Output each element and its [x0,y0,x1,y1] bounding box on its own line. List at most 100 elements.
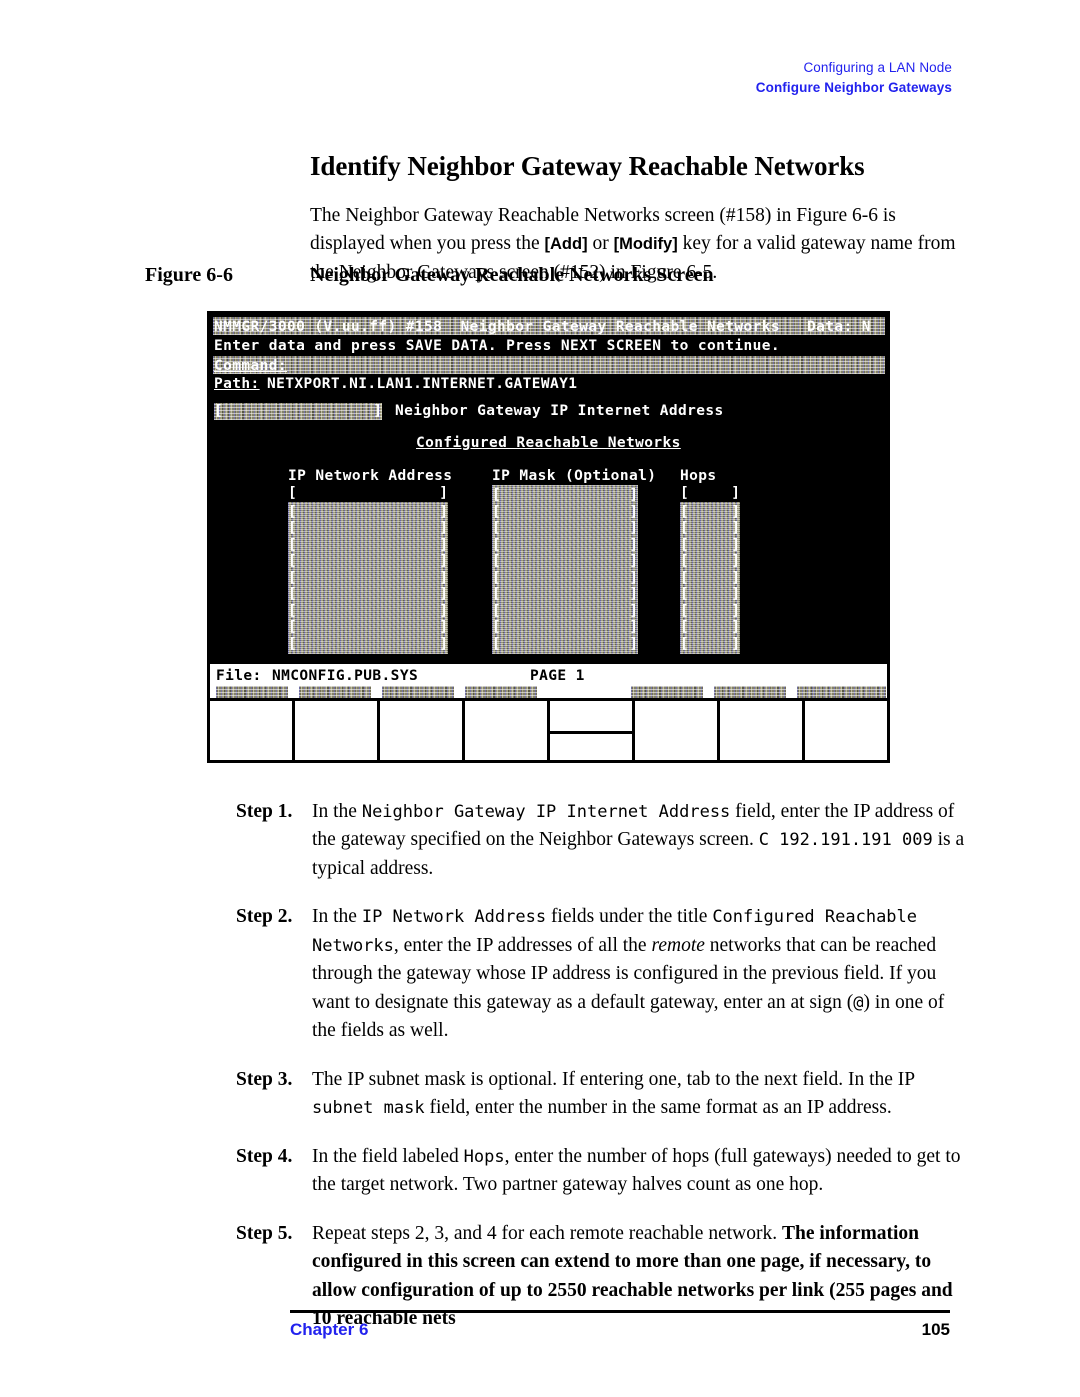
ip-mask-field[interactable]: [] [492,570,638,587]
hops-field[interactable]: [] [680,553,740,570]
step-item: Step 1. In the Neighbor Gateway IP Inter… [236,798,966,883]
bracket-open: [ [288,569,297,586]
ip-network-address-field[interactable]: [] [288,537,448,554]
text-run-plain: In the field labeled [312,1145,464,1167]
ip-mask-field[interactable]: [] [492,636,638,653]
function-key-box[interactable] [550,701,635,760]
bracket-open: [ [680,569,689,586]
function-key-box[interactable] [380,701,465,760]
ip-network-address-field[interactable]: [] [288,520,448,537]
bracket-close: ] [731,569,740,586]
bracket-open: [ [288,553,297,569]
text-run-plain: Repeat steps 2, 3, and 4 for each remote… [312,1222,782,1244]
bracket-close: ] [629,602,638,619]
bracket-open: [ [288,586,297,602]
terminal-path-value: NETXPORT.NI.LAN1.INTERNET.GATEWAY1 [267,376,578,392]
hops-field[interactable]: [] [680,520,740,537]
bracket-close: ] [439,503,448,520]
ip-network-address-field[interactable]: [] [288,619,448,636]
hops-field[interactable]: [] [680,537,740,554]
bracket-close: ] [439,619,448,635]
bracket-close: ] [731,503,740,520]
file-label: File: [216,668,262,684]
text-run-plain: fields under the title [546,906,713,928]
bracket-open: [ [288,619,297,635]
bracket-close: ] [629,553,638,569]
file-value: NMCONFIG.PUB.SYS [272,668,419,684]
bracket-close: ] [439,569,448,586]
text-run-plain: The IP subnet mask is optional. If enter… [312,1068,915,1090]
figure-caption: Figure 6-6 Neighbor Gateway Reachable Net… [145,264,945,287]
ip-mask-field-block: [] [] [] [] [] [] [] [] [] [] [492,485,638,654]
hops-field[interactable]: [] [680,636,740,653]
terminal-title-right: Data: N [807,319,871,335]
hops-field[interactable]: [] [680,619,740,636]
bracket-close: ] [629,635,638,652]
ip-network-address-field[interactable]: [] [288,603,448,620]
ip-network-address-field[interactable]: [] [288,553,448,570]
bracket-open: [ [288,602,297,619]
ip-network-address-field[interactable]: [] [288,636,448,653]
ip-mask-field[interactable]: [] [492,487,638,504]
hops-field[interactable]: [] [680,586,740,603]
bracket-open: [ [680,619,689,635]
hops-field[interactable]: [ ] [680,485,740,502]
text-run-ital: remote [651,934,705,956]
bracket-open: [ [680,503,689,520]
hops-field[interactable]: [] [680,504,740,521]
ip-mask-field[interactable]: [] [492,603,638,620]
step-body: In the Neighbor Gateway IP Internet Addr… [312,798,966,883]
bracket-close: ] [629,536,638,553]
terminal-command-bar[interactable] [213,356,885,374]
ip-mask-field[interactable]: [] [492,520,638,537]
gateway-ip-field[interactable]: [ ] [214,403,382,420]
running-header: Configuring a LAN Node Configure Neighbo… [756,58,952,97]
bracket-close: ] [629,619,638,635]
bracket-close: ] [439,635,448,652]
function-key-box-row [210,698,887,760]
bracket-close: ] [731,536,740,553]
function-key-box[interactable] [210,701,295,760]
ip-network-address-field-block: [] [] [] [] [] [] [] [] [] [288,502,448,655]
bracket-open: [ [492,503,501,520]
bracket-close: ] [731,520,740,536]
hops-field-block: [] [] [] [] [] [] [] [] [] [680,502,740,655]
ip-mask-field[interactable]: [] [492,537,638,554]
step-label: Step 1. [236,801,293,822]
bracket-open: [ [680,553,689,569]
hops-field[interactable]: [] [680,570,740,587]
bracket-open: [ [492,569,501,586]
ip-mask-field[interactable]: [] [492,619,638,636]
bracket-close: ] [629,520,638,536]
bracket-close: ] [731,619,740,635]
ip-mask-field[interactable]: [] [492,586,638,603]
ip-network-address-field[interactable]: [] [288,504,448,521]
bracket-open: [ [288,635,297,652]
footer-chapter: Chapter 6 [290,1320,369,1339]
ip-network-address-field-column: [ ] [] [] [] [] [] [] [] [] [] [288,485,448,654]
ip-mask-field[interactable]: [] [492,504,638,521]
ip-network-address-field[interactable]: [] [288,586,448,603]
bracket-close: ] [629,586,638,602]
bracket-close: ] [731,586,740,602]
function-key-box[interactable] [295,701,380,760]
step-item: Step 2. In the IP Network Address fields… [236,903,966,1045]
bracket-open: [ [492,520,501,536]
function-key-box[interactable] [805,701,887,760]
step-body: The IP subnet mask is optional. If enter… [312,1066,966,1123]
terminal-command-label: Command: [214,358,288,374]
bracket-close: ] [731,553,740,569]
bracket-close: ] [629,503,638,520]
function-key-box[interactable] [465,701,550,760]
ip-network-address-field[interactable]: [] [288,570,448,587]
bracket-close: ] [373,403,382,419]
ip-mask-field[interactable]: [] [492,553,638,570]
hops-field-column: [ ] [] [] [] [] [] [] [] [] [] [680,485,740,654]
bracket-close: ] [439,602,448,619]
function-key-box[interactable] [635,701,720,760]
function-key-box[interactable] [720,701,805,760]
hops-field[interactable]: [] [680,603,740,620]
ip-network-address-field[interactable]: [ ] [288,485,448,502]
step-item: Step 4. In the field labeled Hops, enter… [236,1143,966,1200]
bracket-open: [ [288,520,297,536]
